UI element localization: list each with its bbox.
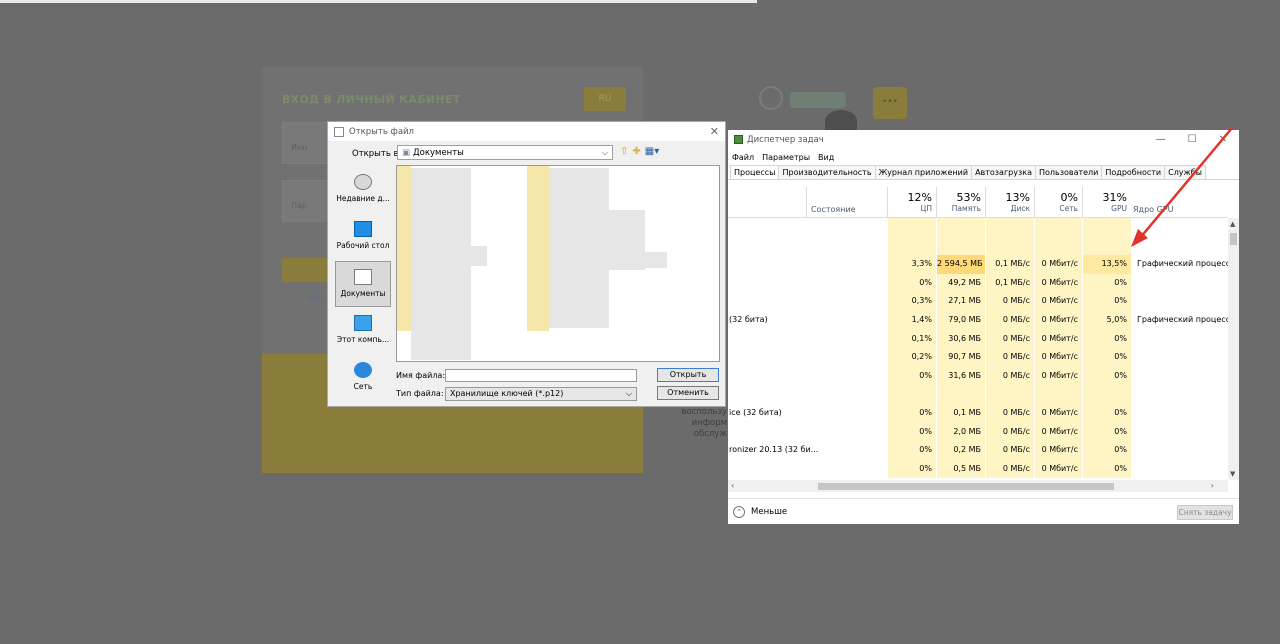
arrow-shaft [1138,126,1234,240]
red-arrow-annotation [1131,126,1234,247]
